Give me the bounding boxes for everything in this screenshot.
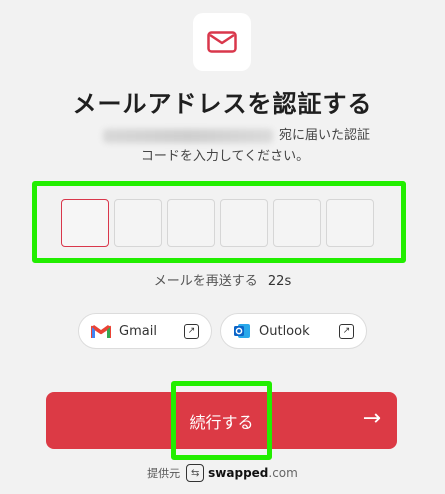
resend-link[interactable]: メールを再送する [154, 274, 258, 289]
mail-icon-tile [193, 13, 251, 71]
outlook-label: Outlook [259, 323, 310, 339]
code-digit-2[interactable] [114, 199, 162, 247]
open-outlook-button[interactable]: Outlook ↗ [220, 313, 367, 349]
external-link-icon: ↗ [339, 323, 354, 339]
swapped-logo-icon: ⇆ [186, 464, 205, 482]
open-gmail-button[interactable]: Gmail ↗ [78, 313, 212, 349]
subtitle: 宛に届いた認証 コードを入力してください。 [80, 125, 370, 167]
provider-label: 提供元 [147, 467, 181, 480]
gmail-icon [91, 324, 111, 338]
code-digit-1[interactable] [61, 199, 109, 247]
subtitle-line1: 宛に届いた認証 [278, 128, 370, 143]
verification-code-input[interactable] [61, 199, 374, 247]
code-digit-5[interactable] [273, 199, 321, 247]
footer: 提供元 ⇆ swapped .com [0, 464, 445, 482]
outlook-icon [234, 324, 250, 338]
code-digit-4[interactable] [220, 199, 268, 247]
brand-name[interactable]: swapped [208, 466, 268, 480]
mail-icon [207, 31, 237, 53]
code-digit-3[interactable] [167, 199, 215, 247]
resend-row: メールを再送する 22s [0, 270, 445, 289]
resend-timer: 22s [267, 274, 292, 289]
redacted-email [102, 128, 273, 143]
code-digit-6[interactable] [326, 199, 374, 247]
gmail-label: Gmail [119, 323, 157, 339]
external-link-icon: ↗ [184, 323, 199, 339]
page-title: メールアドレスを認証する [72, 90, 373, 118]
arrow-right-icon: → [362, 406, 381, 431]
continue-highlight [171, 381, 272, 460]
brand-domain: .com [268, 466, 298, 480]
subtitle-line2: コードを入力してください。 [140, 149, 310, 164]
